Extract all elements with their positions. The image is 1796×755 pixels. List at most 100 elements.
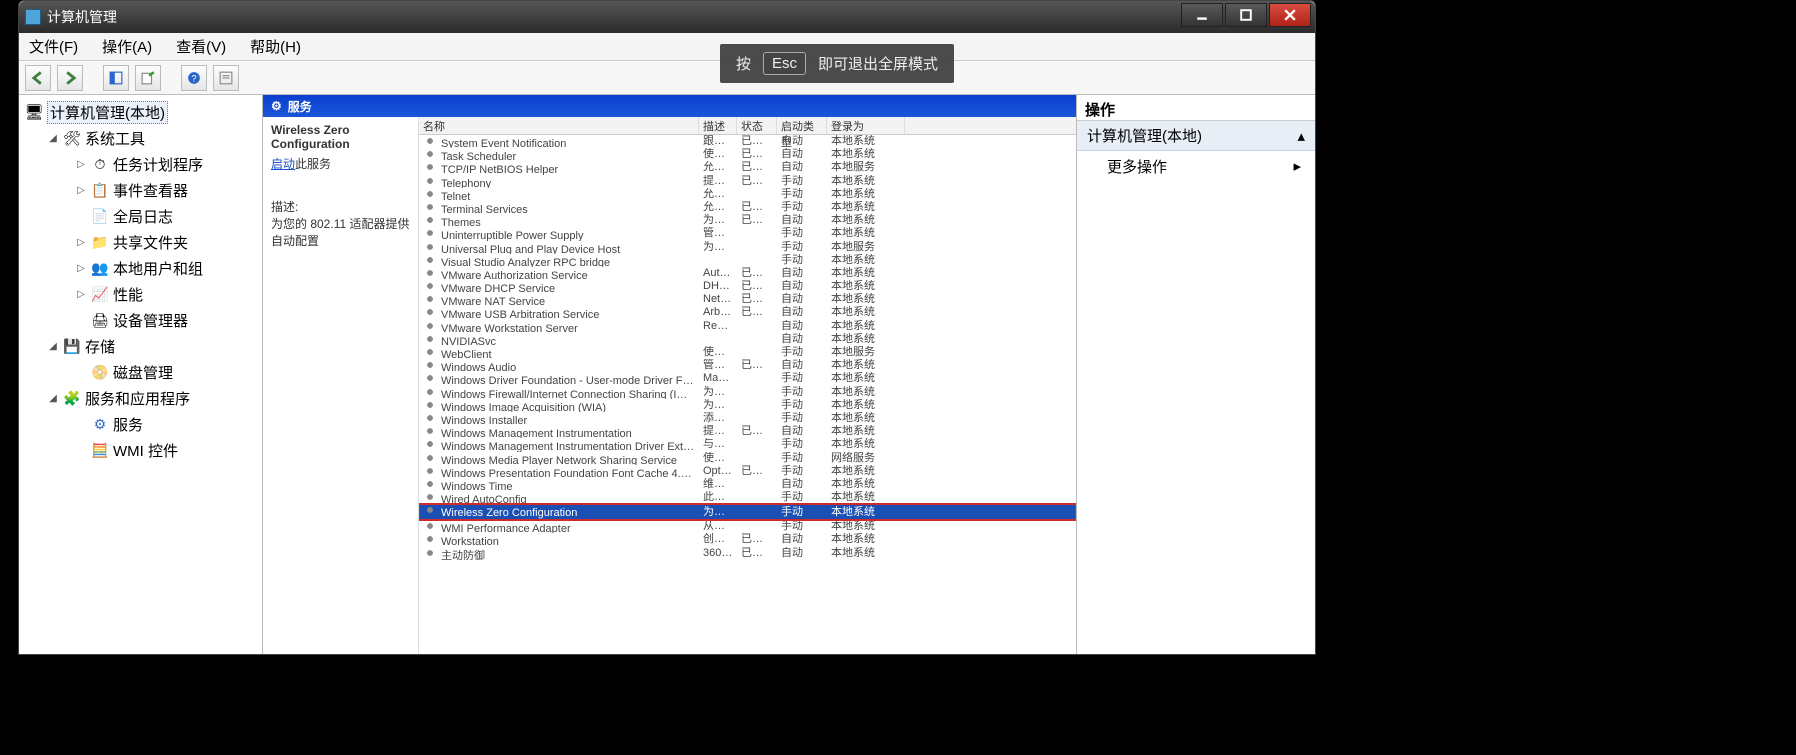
service-row[interactable]: Universal Plug and Play Device Host为…手动本…	[419, 241, 1076, 254]
help-button[interactable]: ?	[181, 65, 207, 91]
service-row[interactable]: Windows Management Instrumentation Drive…	[419, 438, 1076, 451]
tree-item-performance[interactable]: ▷📈性能	[19, 281, 262, 307]
event-icon: 📋	[91, 181, 109, 199]
gear-icon	[423, 214, 437, 226]
service-row[interactable]: Windows Media Player Network Sharing Ser…	[419, 452, 1076, 465]
tree-item-event-viewer[interactable]: ▷📋事件查看器	[19, 177, 262, 203]
export-button[interactable]	[135, 65, 161, 91]
collapse-icon[interactable]: ◢	[47, 393, 59, 404]
gear-icon	[423, 547, 437, 559]
gear-icon	[423, 227, 437, 239]
gear-icon	[423, 148, 437, 160]
gear-icon	[423, 372, 437, 384]
service-row[interactable]: Wireless Zero Configuration为…手动本地系统	[419, 504, 1076, 520]
tree-group-system-tools[interactable]: ◢ 🛠 系统工具	[19, 125, 262, 151]
tree-item-disk-management[interactable]: 📀磁盘管理	[19, 359, 262, 385]
gear-icon	[423, 359, 437, 371]
users-icon: 👥	[91, 259, 109, 277]
gear-icon	[423, 188, 437, 200]
service-row[interactable]: Themes为…已启动自动本地系统	[419, 214, 1076, 227]
tree-root[interactable]: 🖥 计算机管理(本地)	[19, 99, 262, 125]
service-row[interactable]: 主动防御360…已启动自动本地系统	[419, 547, 1076, 560]
toolbar: ?	[19, 61, 1315, 95]
more-actions-item[interactable]: 更多操作 ▸	[1077, 151, 1315, 181]
service-row[interactable]: Terminal Services允…已启动手动本地系统	[419, 201, 1076, 214]
tree-item-shared-folders[interactable]: ▷📁共享文件夹	[19, 229, 262, 255]
tree-item-global-log[interactable]: 📄全局日志	[19, 203, 262, 229]
service-row[interactable]: VMware NAT ServiceNet…已启动自动本地系统	[419, 293, 1076, 306]
service-row[interactable]: TCP/IP NetBIOS Helper允…已启动自动本地服务	[419, 161, 1076, 174]
gear-icon	[423, 412, 437, 424]
tools-icon: 🛠	[63, 129, 81, 147]
minimize-button[interactable]	[1181, 3, 1223, 27]
tree-item-device-manager[interactable]: 🖨设备管理器	[19, 307, 262, 333]
service-row[interactable]: Windows Firewall/Internet Connection Sha…	[419, 386, 1076, 399]
gear-icon	[423, 320, 437, 332]
properties-button[interactable]	[213, 65, 239, 91]
actions-panel: 操作 计算机管理(本地) ▴ 更多操作 ▸	[1077, 95, 1315, 654]
forward-button[interactable]	[57, 65, 83, 91]
col-startup[interactable]: 启动类型	[777, 117, 827, 134]
gear-icon	[423, 280, 437, 292]
col-name[interactable]: 名称	[419, 117, 699, 134]
tree-group-storage[interactable]: ◢ 💾 存储	[19, 333, 262, 359]
service-row[interactable]: Windows Management Instrumentation提…已启动自…	[419, 425, 1076, 438]
service-row[interactable]: Windows Image Acquisition (WIA)为…手动本地系统	[419, 399, 1076, 412]
show-hide-tree-button[interactable]	[103, 65, 129, 91]
service-row[interactable]: Visual Studio Analyzer RPC bridge手动本地系统	[419, 254, 1076, 267]
start-service-link[interactable]: 启动	[271, 157, 295, 171]
service-row[interactable]: Windows Presentation Foundation Font Cac…	[419, 465, 1076, 478]
menu-help[interactable]: 帮助(H)	[250, 36, 301, 57]
menu-file[interactable]: 文件(F)	[29, 36, 78, 57]
service-row[interactable]: Windows Driver Foundation - User-mode Dr…	[419, 372, 1076, 385]
gear-icon	[423, 399, 437, 411]
service-row[interactable]: Uninterruptible Power Supply管…手动本地系统	[419, 227, 1076, 240]
service-row[interactable]: VMware Workstation ServerRem…自动本地系统	[419, 320, 1076, 333]
service-row[interactable]: WebClient使…手动本地服务	[419, 346, 1076, 359]
service-row[interactable]: VMware USB Arbitration ServiceArb…已启动自动本…	[419, 306, 1076, 319]
menu-view[interactable]: 查看(V)	[176, 36, 226, 57]
collapse-icon[interactable]: ◢	[47, 341, 59, 352]
service-row[interactable]: Task Scheduler使…已启动自动本地系统	[419, 148, 1076, 161]
service-row[interactable]: Windows Installer添…手动本地系统	[419, 412, 1076, 425]
tree-item-wmi-control[interactable]: 🧮WMI 控件	[19, 437, 262, 463]
service-row[interactable]: NVIDIASvc自动本地系统	[419, 333, 1076, 346]
gear-icon	[423, 175, 437, 187]
esc-keycap: Esc	[763, 52, 806, 75]
expand-icon[interactable]: ▷	[75, 237, 87, 248]
service-row[interactable]: Telnet允…手动本地系统	[419, 188, 1076, 201]
titlebar[interactable]: 计算机管理	[19, 1, 1315, 33]
tree-item-task-scheduler[interactable]: ▷⏱任务计划程序	[19, 151, 262, 177]
menubar: 文件(F) 操作(A) 查看(V) 帮助(H)	[19, 33, 1315, 61]
expand-icon[interactable]: ▷	[75, 263, 87, 274]
service-row[interactable]: Windows Time维…自动本地系统	[419, 478, 1076, 491]
tree-item-services[interactable]: ⚙服务	[19, 411, 262, 437]
service-row[interactable]: WMI Performance Adapter从…手动本地系统	[419, 520, 1076, 533]
actions-context[interactable]: 计算机管理(本地) ▴	[1077, 121, 1315, 151]
collapse-icon[interactable]: ◢	[47, 133, 59, 144]
back-button[interactable]	[25, 65, 51, 91]
expand-icon[interactable]: ▷	[75, 185, 87, 196]
list-header[interactable]: 名称 描述 状态 启动类型 登录为	[419, 117, 1076, 135]
services-list[interactable]: 名称 描述 状态 启动类型 登录为 System Event Notificat…	[419, 117, 1076, 654]
service-row[interactable]: System Event Notification跟…已启动自动本地系统	[419, 135, 1076, 148]
tree-item-local-users[interactable]: ▷👥本地用户和组	[19, 255, 262, 281]
close-button[interactable]	[1269, 3, 1311, 27]
service-row[interactable]: Wired AutoConfig此…手动本地系统	[419, 491, 1076, 504]
navigation-tree[interactable]: 🖥 计算机管理(本地) ◢ 🛠 系统工具 ▷⏱任务计划程序 ▷📋事件查看器 📄全…	[19, 95, 263, 654]
expand-icon[interactable]: ▷	[75, 289, 87, 300]
col-logon[interactable]: 登录为	[827, 117, 905, 134]
service-row[interactable]: VMware DHCP ServiceDHC…已启动自动本地系统	[419, 280, 1076, 293]
gear-icon	[423, 425, 437, 437]
tree-group-services-apps[interactable]: ◢ 🧩 服务和应用程序	[19, 385, 262, 411]
maximize-button[interactable]	[1225, 3, 1267, 27]
expand-icon[interactable]: ▷	[75, 159, 87, 170]
col-status[interactable]: 状态	[737, 117, 777, 134]
service-row[interactable]: Workstation创…已启动自动本地系统	[419, 533, 1076, 546]
service-row[interactable]: Windows Audio管…已启动自动本地系统	[419, 359, 1076, 372]
col-desc[interactable]: 描述	[699, 117, 737, 134]
service-row[interactable]: VMware Authorization ServiceAut…已启动自动本地系…	[419, 267, 1076, 280]
gear-icon	[423, 267, 437, 279]
service-row[interactable]: Telephony提…已启动手动本地系统	[419, 175, 1076, 188]
menu-action[interactable]: 操作(A)	[102, 36, 152, 57]
